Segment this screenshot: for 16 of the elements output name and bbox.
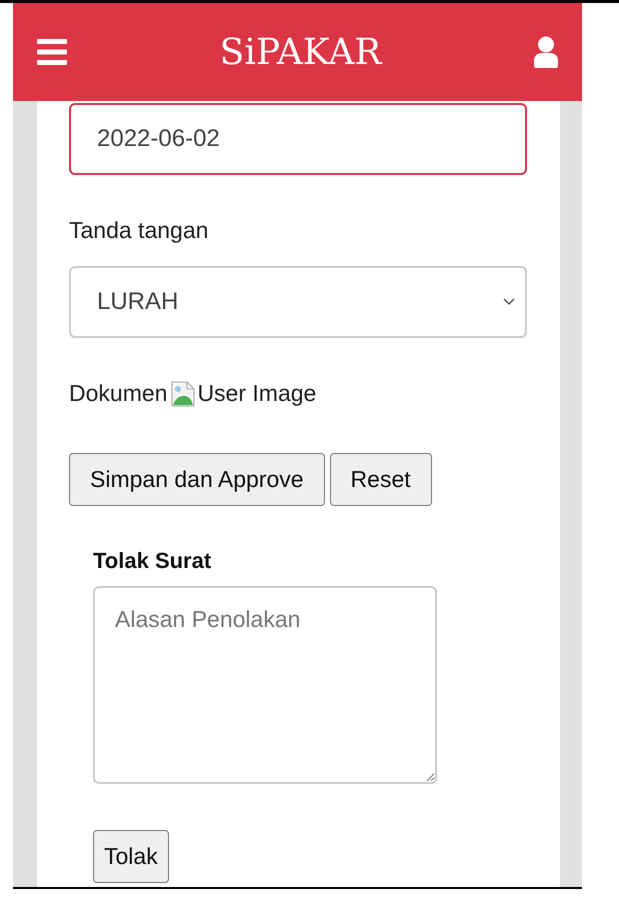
- date-value: 2022-06-02: [97, 125, 220, 153]
- app-title: SiPAKAR: [220, 32, 382, 72]
- chevron-down-icon: [503, 298, 515, 306]
- user-icon[interactable]: [534, 36, 558, 68]
- image-alt-text: User Image: [197, 380, 316, 407]
- signature-label: Tanda tangan: [69, 217, 210, 244]
- reject-button[interactable]: Tolak: [93, 830, 169, 883]
- broken-image-icon: [171, 380, 196, 406]
- save-approve-button[interactable]: Simpan dan Approve: [69, 453, 325, 506]
- reject-title: Tolak Surat: [93, 548, 212, 574]
- reset-button[interactable]: Reset: [330, 453, 432, 506]
- reason-textarea[interactable]: Alasan Penolakan: [93, 586, 437, 784]
- document-label: Dokumen: [69, 380, 168, 407]
- menu-icon[interactable]: [37, 39, 67, 65]
- date-field[interactable]: 2022-06-02: [69, 103, 527, 175]
- signature-select[interactable]: LURAH: [69, 266, 527, 338]
